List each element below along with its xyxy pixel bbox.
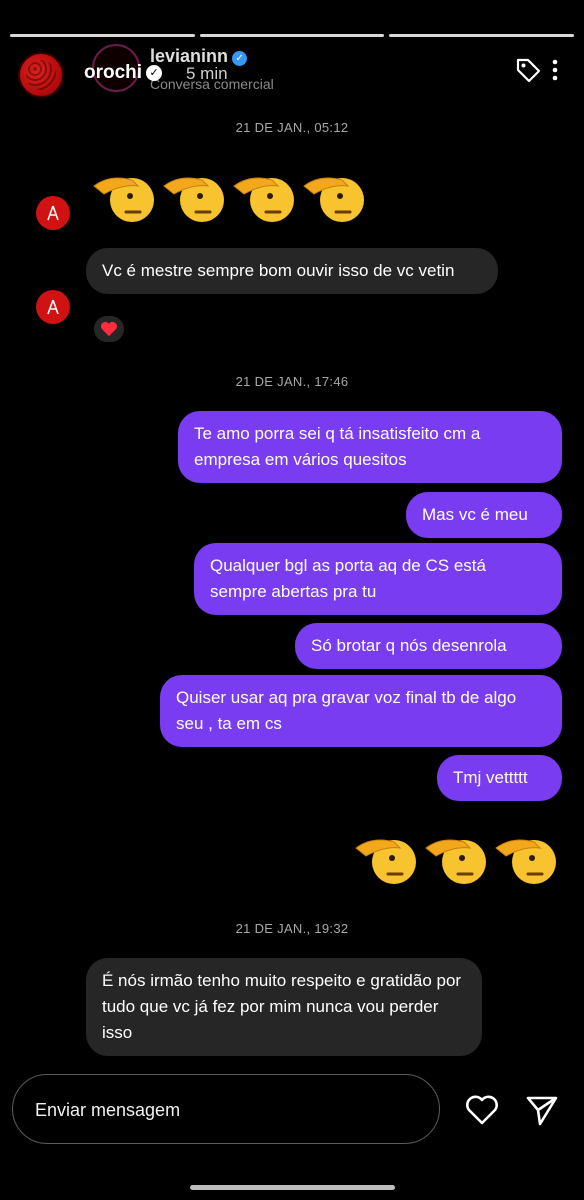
sent-message[interactable]: Só brotar q nós desenrola	[295, 623, 562, 669]
verified-badge-icon: ✓	[146, 65, 163, 81]
sent-message[interactable]: Te amo porra sei q tá insatisfeito cm a …	[178, 411, 562, 483]
story-header: levianinn ✓ Conversa comercial orochi ✓ 5 …	[0, 44, 584, 106]
received-message[interactable]: Vc é mestre sempre bom ouvir isso de vc …	[86, 248, 498, 294]
saluting-face-icon	[233, 177, 294, 222]
verified-badge-icon: ✓	[232, 51, 248, 66]
progress-segment	[199, 34, 385, 37]
more-options-icon[interactable]	[550, 56, 560, 84]
story-progress	[10, 34, 575, 37]
emoji-message[interactable]	[354, 826, 560, 892]
avatar-figure-icon	[47, 205, 59, 221]
sent-message[interactable]: Quiser usar aq pra gravar voz final tb d…	[160, 675, 562, 747]
story-owner-name[interactable]: orochi ✓	[84, 62, 163, 84]
sender-avatar[interactable]	[36, 196, 70, 230]
sent-message[interactable]: Qualquer bgl as porta aq de CS está semp…	[194, 543, 562, 615]
progress-segment	[389, 34, 575, 37]
message-timestamp: 21 DE JAN., 17:46	[235, 374, 349, 389]
story-owner-name-text: orochi	[84, 62, 143, 83]
home-indicator	[190, 1185, 395, 1190]
message-composer	[12, 1074, 440, 1144]
message-reaction[interactable]	[92, 314, 126, 344]
saluting-face-icon	[303, 177, 364, 222]
emoji-message[interactable]	[92, 164, 368, 230]
saluting-face-icon	[425, 839, 486, 884]
avatar-figure-icon	[47, 299, 59, 315]
received-message[interactable]: É nós irmão tenho muito respeito e grati…	[86, 958, 482, 1056]
message-input[interactable]	[35, 1095, 415, 1125]
message-timestamp: 21 DE JAN., 19:32	[235, 921, 349, 936]
sent-message[interactable]: Mas vc é meu	[406, 492, 562, 538]
heart-reaction-icon	[101, 321, 117, 337]
sender-avatar[interactable]	[36, 290, 70, 324]
story-owner-avatar[interactable]	[18, 52, 64, 98]
send-icon[interactable]	[524, 1092, 560, 1128]
saluting-face-icon	[495, 839, 556, 884]
sent-message[interactable]: Tmj vettttt	[437, 755, 562, 801]
progress-segment	[10, 34, 195, 37]
message-timestamp: 21 DE JAN., 05:12	[235, 120, 349, 135]
story-time-ago: 5 min	[186, 64, 228, 83]
saluting-face-icon	[355, 839, 416, 884]
heart-icon[interactable]	[464, 1092, 500, 1128]
saluting-face-icon	[93, 177, 154, 222]
tag-icon[interactable]	[514, 56, 542, 84]
saluting-face-icon	[163, 177, 224, 222]
